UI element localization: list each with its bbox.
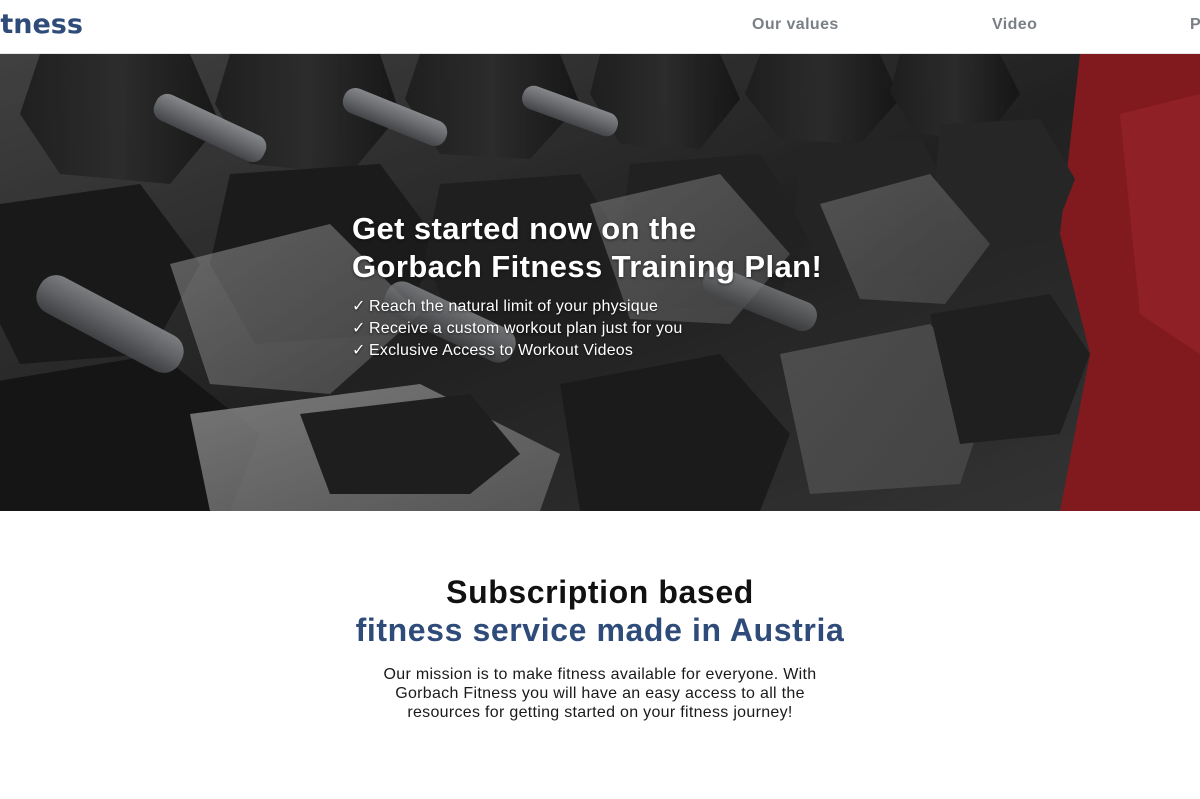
feature-text: Reach the natural limit of your physique: [369, 298, 659, 315]
top-navbar: h Fitness Our values Video P: [0, 0, 1200, 54]
mission-statement: Our mission is to make fitness available…: [383, 666, 817, 721]
hero-section: Get started now on the Gorbach Fitness T…: [0, 54, 1200, 511]
checkmark-icon: ✓: [352, 298, 366, 315]
nav-link-our-values[interactable]: Our values: [752, 16, 839, 34]
hero-title: Get started now on the Gorbach Fitness T…: [352, 210, 972, 286]
hero-content: Get started now on the Gorbach Fitness T…: [352, 210, 972, 362]
checkmark-icon: ✓: [352, 320, 366, 337]
nav-link-truncated[interactable]: P: [1190, 16, 1200, 34]
hero-title-line1: Get started now on the: [352, 211, 697, 246]
feature-text: Receive a custom workout plan just for y…: [369, 320, 683, 337]
hero-title-line2: Gorbach Fitness Training Plan!: [352, 249, 823, 284]
about-title-line2: fitness service made in Austria: [355, 612, 845, 648]
nav-link-video[interactable]: Video: [992, 16, 1037, 34]
checkmark-icon: ✓: [352, 342, 366, 359]
brand-name-part2: Fitness: [0, 9, 83, 40]
feature-item: ✓ Receive a custom workout plan just for …: [352, 318, 972, 340]
about-title-line1: Subscription based: [446, 574, 754, 610]
brand-logo[interactable]: h Fitness: [0, 9, 83, 40]
feature-item: ✓ Reach the natural limit of your physiqu…: [352, 296, 972, 318]
about-section: Subscription based fitness service made …: [0, 511, 1200, 799]
feature-list: ✓ Reach the natural limit of your physiqu…: [352, 296, 972, 362]
feature-item: ✓ Exclusive Access to Workout Videos: [352, 340, 972, 362]
feature-text: Exclusive Access to Workout Videos: [369, 342, 634, 359]
about-title: Subscription based fitness service made …: [0, 573, 1200, 649]
